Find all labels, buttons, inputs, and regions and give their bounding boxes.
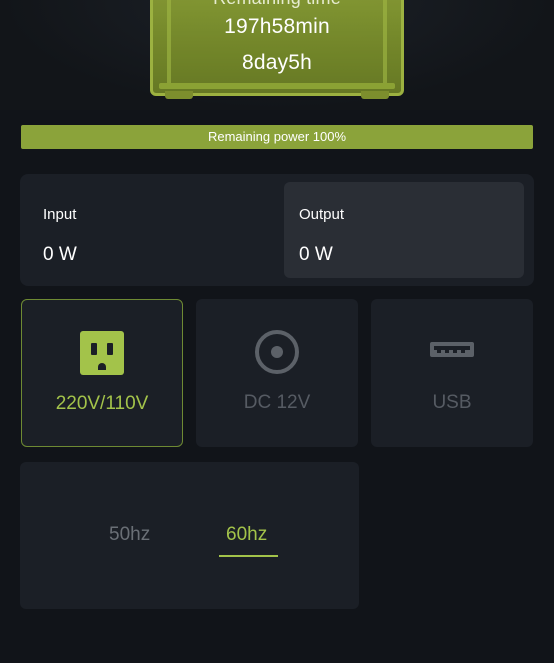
output-title: Output (299, 206, 345, 223)
usb-port-icon (429, 339, 475, 366)
output-value: 0 W (299, 244, 333, 265)
ac-outlet-icon (79, 330, 125, 381)
remaining-time-label: Remaining time (150, 0, 404, 9)
battery-progress-label: Remaining power 100% (207, 129, 347, 144)
input-value: 0 W (43, 244, 77, 265)
input-panel: Input 0 W (28, 182, 268, 278)
dc-port-icon (254, 329, 300, 380)
frequency-option-50hz[interactable]: 50hz (109, 524, 150, 546)
output-panel: Output 0 W (284, 182, 524, 278)
device-hero: Remaining time 197h58min 8day5h (0, 0, 554, 110)
power-io-card: Input 0 W Output 0 W (20, 174, 534, 286)
port-dc-label: DC 12V (243, 392, 311, 413)
battery-progress-bar: Remaining power 100% (21, 125, 533, 149)
remaining-time-days: 8day5h (241, 51, 313, 74)
port-usb-button[interactable]: USB (371, 299, 533, 447)
port-ac-button[interactable]: 220V/110V (21, 299, 183, 447)
remaining-time-hours: 197h58min (224, 15, 330, 38)
frequency-selector: 50hz 60hz (20, 462, 359, 609)
frequency-option-60hz[interactable]: 60hz (226, 524, 267, 546)
frequency-selected-underline (219, 555, 278, 557)
port-ac-label: 220V/110V (55, 393, 149, 414)
port-usb-label: USB (432, 392, 472, 413)
input-title: Input (43, 206, 77, 223)
port-dc-button[interactable]: DC 12V (196, 299, 358, 447)
